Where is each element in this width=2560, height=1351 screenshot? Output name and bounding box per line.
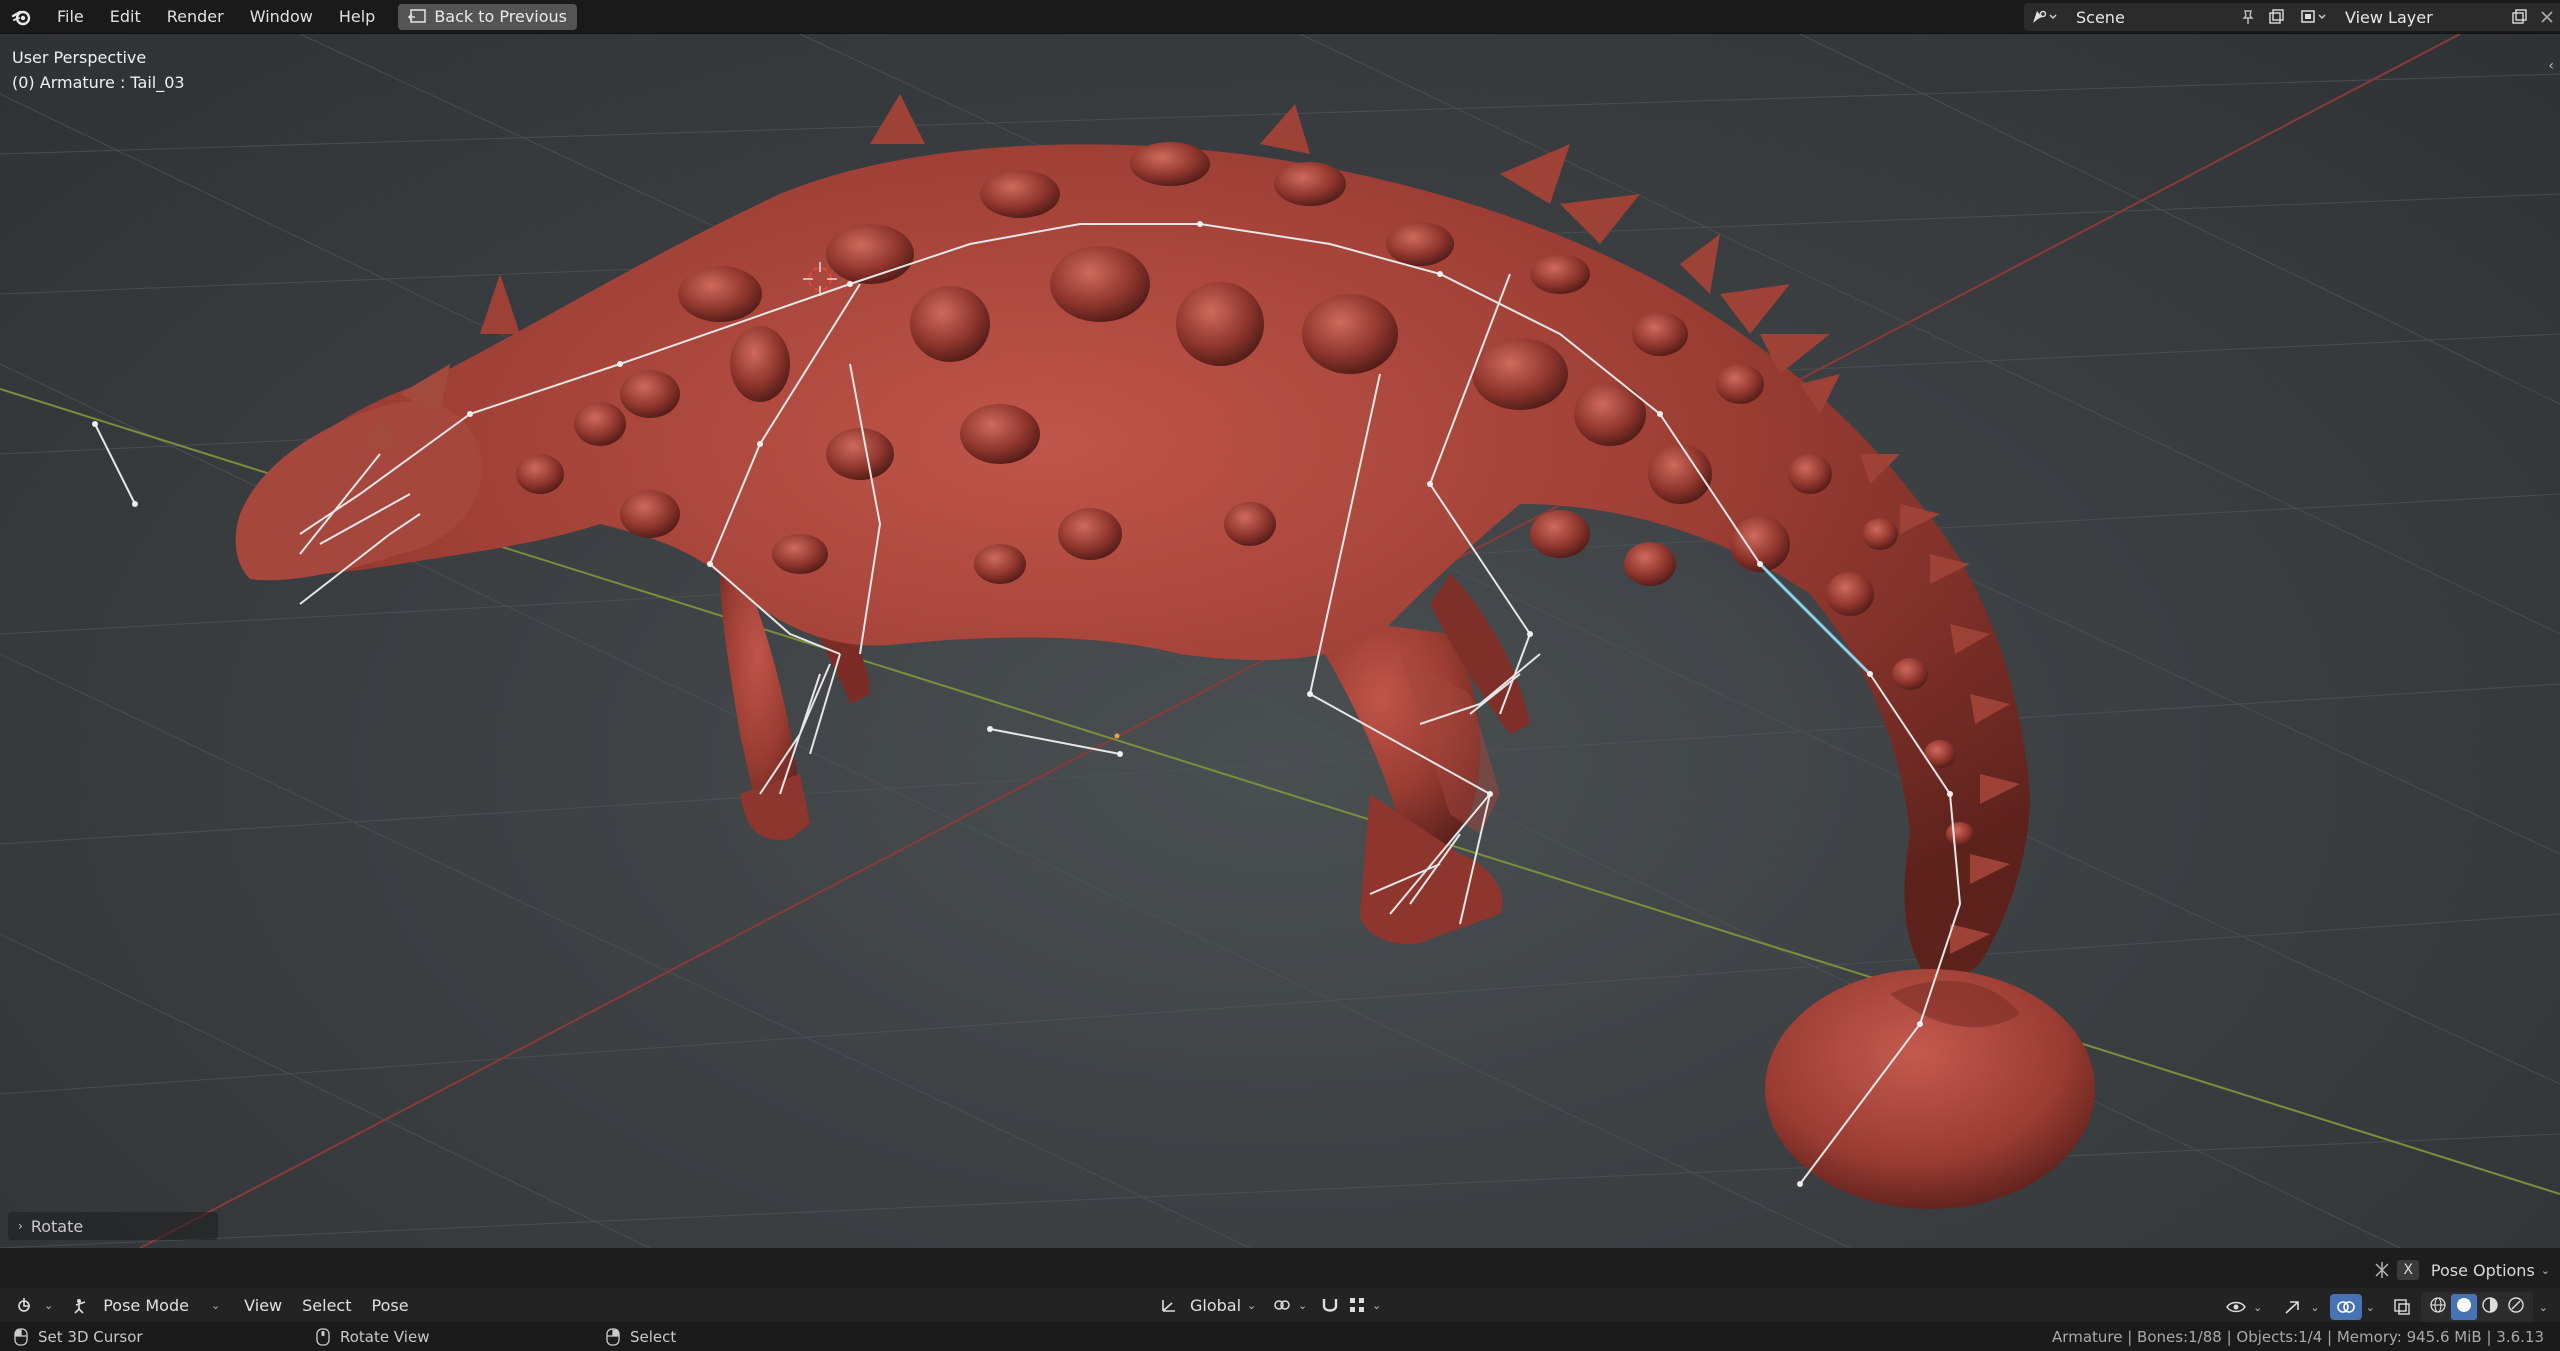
view-layer-name: View Layer	[2345, 7, 2433, 27]
pivot-point-selector[interactable]: ⌄	[1262, 1291, 1317, 1319]
gizmo-toggle[interactable]: ⌄	[2272, 1293, 2329, 1321]
solid-shading-icon	[2456, 1298, 2471, 1312]
overlay-dropdown-icon[interactable]: ⌄	[2366, 1301, 2375, 1314]
menu-pose[interactable]: Pose	[362, 1291, 419, 1320]
mouse-right-icon	[606, 1327, 620, 1346]
menu-view[interactable]: View	[234, 1291, 292, 1320]
snap-increment-icon	[1350, 1298, 1364, 1312]
chevron-down-icon: ⌄	[2253, 1300, 2263, 1314]
viewport-header: ⌄ Pose Mode ⌄ View Select Pose Global ⌄ …	[0, 1288, 2560, 1322]
pin-icon	[2242, 10, 2254, 24]
transform-orientation-selector[interactable]: Global ⌄	[1150, 1291, 1266, 1320]
snap-target-selector[interactable]: ⌄	[1338, 1291, 1391, 1319]
material-preview-icon	[2482, 1297, 2498, 1313]
duplicate-icon	[2269, 9, 2284, 24]
menu-file[interactable]: File	[44, 1, 97, 32]
last-operator-label: Rotate	[30, 1216, 84, 1236]
top-bar: File Edit Render Window Help Back to Pre…	[0, 0, 2560, 34]
duplicate-icon	[2512, 9, 2527, 24]
view-layer-selector: View Layer	[2293, 3, 2560, 31]
scene-statistics: Armature | Bones:1/88 | Objects:1/4 | Me…	[2052, 1327, 2544, 1346]
editor-type-button[interactable]: ⌄	[6, 1291, 63, 1319]
back-to-previous-label: Back to Previous	[434, 7, 568, 26]
3d-viewport-icon	[18, 1298, 30, 1312]
solid-shading-button[interactable]	[2450, 1294, 2477, 1320]
rendered-shading-button[interactable]	[2503, 1294, 2529, 1320]
back-screen-icon	[408, 8, 427, 23]
pivot-icon	[1274, 1300, 1290, 1310]
pose-options-button[interactable]: Pose Options	[2431, 1261, 2535, 1280]
scene-browse-icon[interactable]	[2024, 3, 2066, 31]
view-layer-browse-icon[interactable]	[2293, 3, 2335, 31]
mode-selector[interactable]: Pose Mode ⌄	[63, 1291, 230, 1320]
status-hint-left-click: Set 3D Cursor	[14, 1328, 286, 1346]
3d-viewport[interactable]: User Perspective (0) Armature : Tail_03 …	[0, 34, 2560, 1248]
sidebar-toggle-icon[interactable]: ‹	[2548, 58, 2554, 74]
magnet-icon	[1322, 1299, 1338, 1312]
creature-mesh	[235, 94, 2095, 1209]
close-icon	[2541, 11, 2553, 23]
transform-orientation-label: Global	[1190, 1295, 1242, 1315]
new-view-layer-button[interactable]	[2505, 3, 2533, 31]
gizmo-toggle-icon[interactable]	[2373, 1261, 2391, 1279]
overlay-toggle[interactable]	[2329, 1294, 2362, 1320]
chevron-down-icon: ⌄	[44, 1298, 54, 1312]
viewport-scene	[0, 34, 2560, 1248]
chevron-down-icon: ⌄	[1298, 1298, 1308, 1312]
rendered-shading-icon	[2508, 1297, 2524, 1313]
pose-options-area: X Pose Options ⌄	[2373, 1256, 2550, 1284]
gizmo-icon	[2285, 1301, 2300, 1314]
viewport-perspective: User Perspective	[12, 48, 147, 67]
menu-edit[interactable]: Edit	[97, 1, 154, 32]
status-hint-middle-label: Rotate View	[340, 1327, 430, 1346]
status-hint-middle-click: Rotate View	[316, 1328, 576, 1346]
mouse-middle-icon	[316, 1327, 330, 1346]
orientation-icon	[1162, 1300, 1175, 1312]
pin-scene-button[interactable]	[2234, 3, 2262, 31]
viewport-shading-controls: ⌄ ⌄ ⌄ ⌄	[2215, 1292, 2548, 1322]
shading-options-dropdown-icon[interactable]: ⌄	[2539, 1301, 2548, 1314]
mode-label: Pose Mode	[103, 1295, 189, 1315]
origin-dot	[1114, 733, 1120, 739]
menu-render[interactable]: Render	[154, 1, 237, 32]
menu-help[interactable]: Help	[326, 1, 388, 32]
status-hint-right-label: Select	[630, 1327, 677, 1346]
mouse-left-icon	[14, 1327, 28, 1346]
status-bar: Set 3D Cursor Rotate View Select Armatur…	[0, 1322, 2560, 1351]
chevron-down-icon: ⌄	[2310, 1300, 2320, 1314]
menu-select[interactable]: Select	[292, 1291, 361, 1320]
wireframe-shading-button[interactable]	[2425, 1294, 2451, 1320]
material-preview-button[interactable]	[2477, 1294, 2503, 1320]
chevron-down-icon: ⌄	[210, 1298, 221, 1312]
wireframe-icon	[2430, 1297, 2446, 1313]
scene-name-field[interactable]: Scene	[2066, 3, 2234, 31]
delete-view-layer-button[interactable]	[2533, 3, 2560, 31]
pose-mode-icon	[74, 1299, 86, 1314]
blender-logo-icon[interactable]	[8, 3, 36, 31]
chevron-down-icon: ⌄	[1372, 1298, 1382, 1312]
chevron-down-icon: ⌄	[2540, 1263, 2550, 1277]
last-operator-panel[interactable]: › Rotate	[8, 1212, 218, 1240]
x-mirror-toggle[interactable]: X	[2397, 1260, 2419, 1280]
status-hint-right-click: Select	[606, 1328, 676, 1346]
expand-chevron-icon: ›	[18, 1219, 23, 1233]
active-object-label: (0) Armature : Tail_03	[12, 73, 185, 92]
chevron-down-icon: ⌄	[1247, 1298, 1257, 1312]
eye-icon	[2226, 1301, 2247, 1313]
scene-selector: Scene	[2024, 3, 2318, 31]
new-scene-button[interactable]	[2262, 3, 2290, 31]
xray-icon	[2394, 1299, 2410, 1315]
view-layer-name-field[interactable]: View Layer	[2335, 3, 2505, 31]
menu-window[interactable]: Window	[237, 1, 326, 32]
shading-mode-group	[2420, 1292, 2533, 1322]
visibility-selector[interactable]: ⌄	[2215, 1293, 2272, 1321]
status-hint-left-label: Set 3D Cursor	[38, 1327, 143, 1346]
scene-name: Scene	[2076, 7, 2125, 27]
back-to-previous-button[interactable]: Back to Previous	[398, 3, 578, 30]
xray-toggle[interactable]	[2383, 1293, 2421, 1321]
overlay-icon	[2336, 1301, 2355, 1313]
